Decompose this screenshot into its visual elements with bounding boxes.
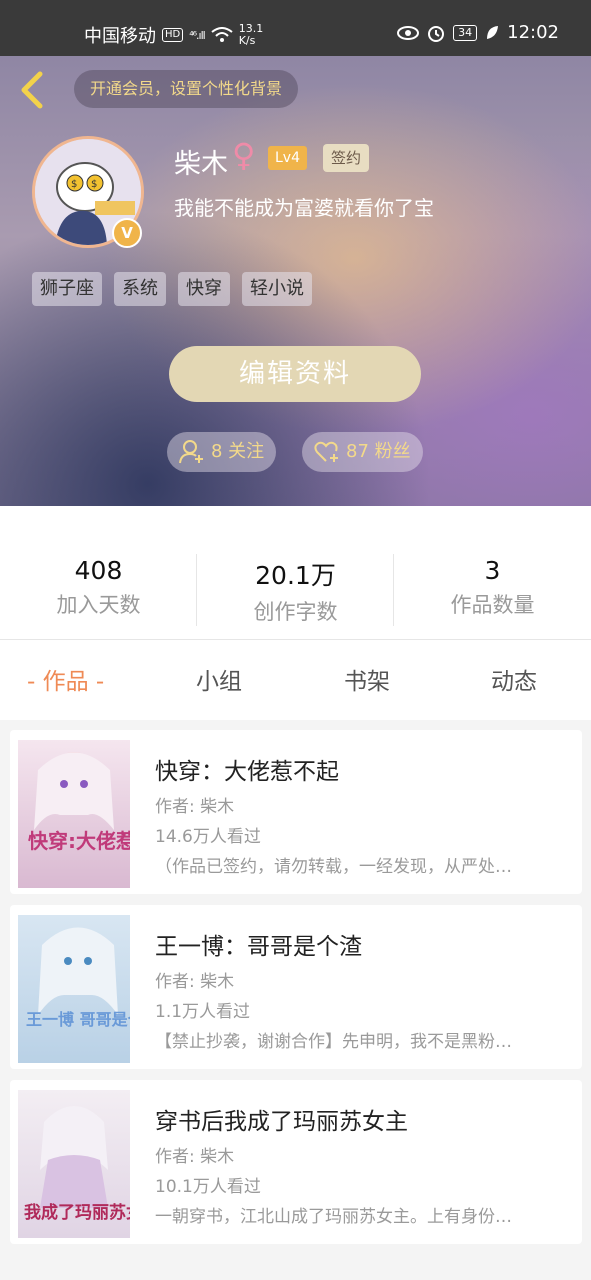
- cover-title-text: 王一博 哥哥是个渣: [26, 1010, 130, 1029]
- tab-bookshelf[interactable]: 书架: [344, 662, 390, 696]
- book-cover: 王一博 哥哥是个渣: [18, 915, 130, 1063]
- work-title: 王一博：哥哥是个渣: [155, 934, 362, 960]
- work-description: 一朝穿书，江北山成了玛丽苏女主。上有身份…: [155, 1207, 512, 1227]
- back-arrow-icon[interactable]: [16, 70, 52, 110]
- work-views: 1.1万人看过: [155, 1002, 251, 1022]
- stat-word-count: 20.1万 创作字数: [197, 556, 394, 626]
- wifi-icon: [211, 27, 233, 42]
- user-plus-icon: [179, 440, 203, 464]
- profile-header: 开通会员，设置个性化背景 $ $ V 柴木 ♀ Lv4 签约 我能不能成为富婆就…: [0, 56, 591, 506]
- signed-badge: 签约: [323, 144, 370, 172]
- alarm-icon: [428, 25, 445, 42]
- username: 柴木: [174, 149, 228, 180]
- tag-item[interactable]: 轻小说: [242, 272, 312, 306]
- stat-value: 20.1万: [255, 561, 336, 590]
- svg-text:$: $: [91, 179, 97, 190]
- female-icon: ♀: [232, 136, 256, 174]
- eye-icon: [397, 25, 420, 40]
- user-bio: 我能不能成为富婆就看你了宝: [174, 196, 434, 220]
- edit-profile-button[interactable]: 编辑资料: [169, 346, 421, 402]
- work-card[interactable]: 王一博 哥哥是个渣 王一博：哥哥是个渣 作者: 柴木 1.1万人看过 【禁止抄袭…: [10, 905, 582, 1069]
- stat-label: 创作字数: [253, 600, 338, 624]
- work-title: 快穿：大佬惹不起: [155, 759, 339, 785]
- svg-text:$: $: [71, 179, 77, 190]
- cover-title-text: 快穿:大佬惹不起: [28, 829, 130, 853]
- stats-bar: 408 加入天数 20.1万 创作字数 3 作品数量: [0, 506, 591, 640]
- verified-badge: V: [112, 218, 142, 248]
- carrier-label: 中国移动: [84, 26, 156, 47]
- tab-activity[interactable]: 动态: [491, 662, 537, 696]
- tab-groups[interactable]: 小组: [196, 662, 242, 696]
- tag-item[interactable]: 狮子座: [32, 272, 102, 306]
- clock: 12:02: [507, 22, 559, 43]
- net-speed: 13.1 K/s: [238, 22, 264, 47]
- following-label: 8 关注: [211, 441, 265, 462]
- tag-item[interactable]: 系统: [114, 272, 166, 306]
- heart-plus-icon: [314, 441, 338, 462]
- work-author: 作者: 柴木: [155, 797, 235, 817]
- book-cover: 快穿:大佬惹不起: [18, 740, 130, 888]
- work-card[interactable]: 快穿:大佬惹不起 快穿：大佬惹不起 作者: 柴木 14.6万人看过 （作品已签约…: [10, 730, 582, 894]
- cover-title-text: 我成了玛丽苏女主: [24, 1202, 130, 1223]
- status-left: 中国移动 HD ⁴⁶.ıll 13.1 K/s: [84, 22, 263, 48]
- work-views: 14.6万人看过: [155, 827, 261, 847]
- cover-image: 快穿:大佬惹不起: [18, 740, 130, 888]
- followers-button[interactable]: 87 粉丝: [302, 432, 423, 472]
- tag-item[interactable]: 快穿: [178, 272, 230, 306]
- stat-join-days: 408 加入天数: [0, 556, 197, 619]
- hd-icon: HD: [162, 28, 184, 42]
- work-author: 作者: 柴木: [155, 972, 235, 992]
- leaf-icon: [487, 25, 499, 39]
- stat-works-count: 3 作品数量: [394, 556, 591, 619]
- vip-banner[interactable]: 开通会员，设置个性化背景: [74, 70, 299, 108]
- tag-list: 狮子座 系统 快穿 轻小说: [32, 272, 312, 306]
- tab-works[interactable]: - 作品 -: [27, 662, 104, 696]
- cover-image: 我成了玛丽苏女主: [18, 1090, 130, 1238]
- work-description: （作品已签约，请勿转载，一经发现，从严处…: [155, 857, 512, 877]
- cover-image: 王一博 哥哥是个渣: [18, 915, 130, 1063]
- stat-label: 作品数量: [450, 593, 535, 617]
- following-button[interactable]: 8 关注: [167, 432, 277, 472]
- work-views: 10.1万人看过: [155, 1177, 261, 1197]
- stat-label: 加入天数: [56, 593, 141, 617]
- status-bar: 中国移动 HD ⁴⁶.ıll 13.1 K/s 34 12:02: [0, 0, 591, 56]
- battery-icon: 34: [453, 24, 478, 41]
- work-description: 【禁止抄袭，谢谢合作】先申明，我不是黑粉…: [155, 1032, 512, 1052]
- tab-bar: - 作品 - 小组 书架 动态: [0, 640, 591, 720]
- work-author: 作者: 柴木: [155, 1147, 235, 1167]
- work-card[interactable]: 我成了玛丽苏女主 穿书后我成了玛丽苏女主 作者: 柴木 10.1万人看过 一朝穿…: [10, 1080, 582, 1244]
- stat-value: 408: [74, 556, 123, 585]
- status-right: 34 12:02: [397, 22, 559, 43]
- signal-icon: ⁴⁶.ıll: [189, 28, 206, 42]
- followers-label: 87 粉丝: [346, 441, 411, 462]
- level-badge: Lv4: [268, 146, 307, 170]
- book-cover: 我成了玛丽苏女主: [18, 1090, 130, 1238]
- stat-value: 3: [484, 556, 501, 585]
- work-title: 穿书后我成了玛丽苏女主: [155, 1109, 408, 1135]
